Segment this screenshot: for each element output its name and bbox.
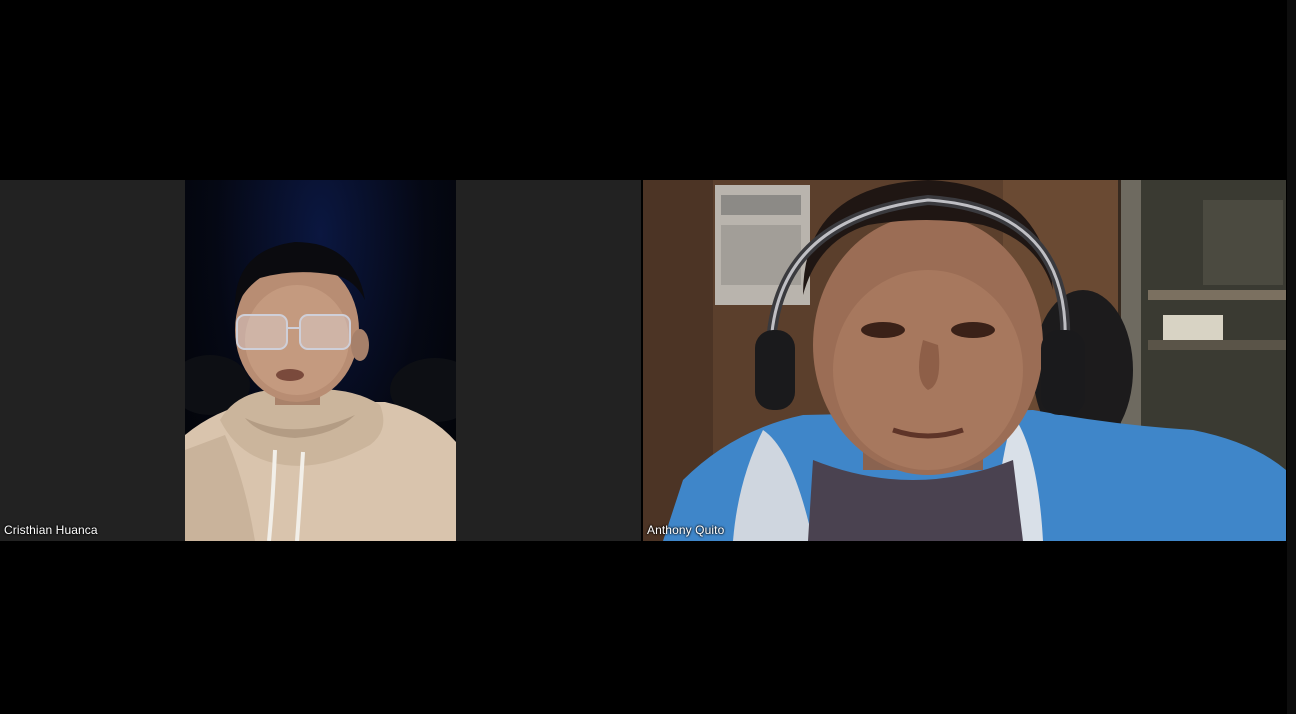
participant-video xyxy=(185,180,456,541)
participant-video xyxy=(643,180,1286,541)
video-call-gallery: Cristhian Huanca Anthony Quito xyxy=(0,0,1296,714)
participant-tile-cristhian[interactable]: Cristhian Huanca xyxy=(0,180,641,541)
participant-name-label: Anthony Quito xyxy=(647,523,725,537)
participant-video-image xyxy=(185,242,456,541)
participant-tile-anthony[interactable]: Anthony Quito xyxy=(643,180,1286,541)
window-edge xyxy=(1287,0,1296,714)
participant-name-label: Cristhian Huanca xyxy=(4,523,98,537)
participant-video-image xyxy=(643,180,1286,541)
